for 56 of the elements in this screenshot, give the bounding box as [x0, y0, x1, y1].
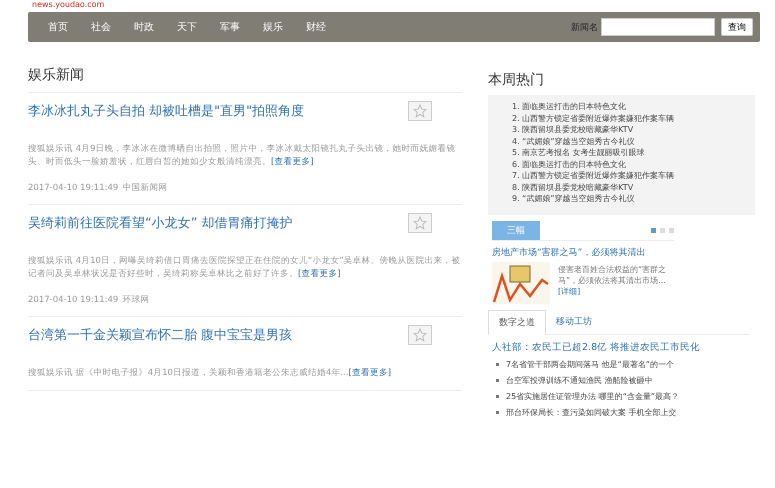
article-title[interactable]: 台湾第一千金关颖宣布怀二胎 腹中宝宝是男孩 — [28, 326, 292, 344]
search-label: 新闻名 — [571, 22, 598, 34]
bullet-icon — [496, 395, 499, 398]
tab[interactable]: 移动工坊 — [546, 310, 602, 334]
article-title[interactable]: 吴绮莉前往医院看望“小龙女” 却借胃痛打掩护 — [28, 214, 293, 232]
section-title: 娱乐新闻 — [28, 66, 462, 93]
carousel-headline[interactable]: 房地产市场“害群之马”，必须将其清出 — [492, 246, 755, 258]
nav-link[interactable]: 天下 — [177, 20, 197, 34]
chart-house-drawing — [492, 262, 550, 304]
news-link[interactable]: 邢台环保局长：查污染如同破大案 手机全部上交 — [506, 407, 677, 418]
article-date: 2017-04-10 19:11:49 — [28, 295, 118, 305]
news-link[interactable]: 7名省管干部两会期间落马 他是“最著名”的一个 — [506, 359, 674, 370]
hot-list-item[interactable]: 4. “武媚娘”穿越当空姐秀古今礼仪 — [512, 136, 755, 147]
nav-link[interactable]: 娱乐 — [263, 20, 283, 34]
feature-headline[interactable]: 人社部：农民工已超2.8亿 将推进农民工市民化 — [492, 340, 755, 354]
favorite-button[interactable] — [408, 213, 432, 233]
hot-title: 本周热门 — [488, 71, 545, 89]
site-url[interactable]: news.youdao.com — [32, 0, 104, 10]
article-source: 中国新闻网 — [122, 183, 168, 193]
carousel-text: 侵害老百姓合法权益的“害群之马”，必须依法将其清出市场... — [558, 264, 666, 284]
nav-link[interactable]: 军事 — [220, 20, 240, 34]
news-link[interactable]: 25省实施居住证管理办法 哪里的“含金量”最高？ — [506, 391, 680, 402]
hot-list-item[interactable]: 6. 面临奥运打击的日本特色文化 — [512, 158, 755, 170]
tab[interactable]: 数字之道 — [488, 310, 546, 334]
search-field[interactable] — [601, 18, 715, 36]
article-source: 环球网 — [122, 295, 150, 305]
search-button[interactable]: 查询 — [721, 18, 753, 36]
hot-list-item[interactable]: 5. 南京艺考报名 女考生靓丽吸引眼球 — [512, 147, 755, 158]
hot-list-item[interactable]: 1. 面临奥运打击的日本特色文化 — [512, 101, 755, 112]
nav-link[interactable]: 社会 — [91, 20, 111, 34]
hot-list-item[interactable]: 3. 陕西留坝县委党校暗藏豪华KTV — [512, 124, 755, 136]
article-summary: 搜狐娱乐讯 4月9日晚，李冰冰在微博晒自出拍照，照片中，李冰冰戴太阳镜扎丸子头出镜，她时而妩媚看镜头、时而低头一脸娇羞状，红唇白皙的她如少女般清纯漂亮。[查看更多] — [28, 143, 457, 169]
news-link[interactable]: 台空军投弹训练不通知渔民 渔船险被砸中 — [506, 375, 653, 386]
star-icon — [413, 328, 427, 342]
article-summary: 搜狐娱乐讯 4月10日，网曝吴绮莉借口胃痛去医院探望正在住院的女儿“小龙女”吴卓林。傍晚从医院出来，被记者问及吴卓林状况是否好些时，吴绮莉称吴卓林比之前好了许多。[查看更多] — [28, 255, 462, 281]
hot-list-item[interactable]: 9. “武媚娘”穿越当空姐秀古今礼仪 — [512, 193, 755, 204]
article-title[interactable]: 李冰冰扎丸子头自拍 却被吐槽是"直男"拍照角度 — [28, 102, 304, 120]
bullet-icon — [496, 411, 499, 414]
article-date: 2017-04-10 19:11:49 — [28, 183, 118, 193]
nav-link[interactable]: 财经 — [306, 20, 326, 34]
star-icon — [413, 104, 427, 118]
hot-list-item[interactable]: 2. 山西警方锁定省委附近爆炸案嫌犯作案车辆 — [512, 112, 755, 124]
details-link[interactable]: [详细] — [558, 286, 580, 296]
bullet-icon — [496, 379, 499, 382]
hot-list-item[interactable]: 8. 陕西留坝县委党校暗藏豪华KTV — [512, 182, 755, 193]
star-icon — [413, 216, 427, 230]
bullet-icon — [496, 363, 499, 366]
favorite-button[interactable] — [408, 101, 432, 121]
hot-list-item[interactable]: 7. 山西警方锁定省委附近爆炸案嫌犯作案车辆 — [512, 170, 755, 182]
read-more-link[interactable]: [查看更多] — [298, 269, 341, 279]
read-more-link[interactable]: [查看更多] — [271, 157, 314, 167]
read-more-link[interactable]: [查看更多] — [348, 368, 392, 378]
favorite-button[interactable] — [408, 325, 432, 345]
article-summary: 搜狐娱乐讯 据《中时电子报》4月10日报道，关颖和香港籍老公朱志威结婚4年...[查看更多] — [28, 367, 392, 380]
nav-link[interactable]: 首页 — [48, 20, 68, 34]
nav-link[interactable]: 时政 — [134, 20, 154, 34]
